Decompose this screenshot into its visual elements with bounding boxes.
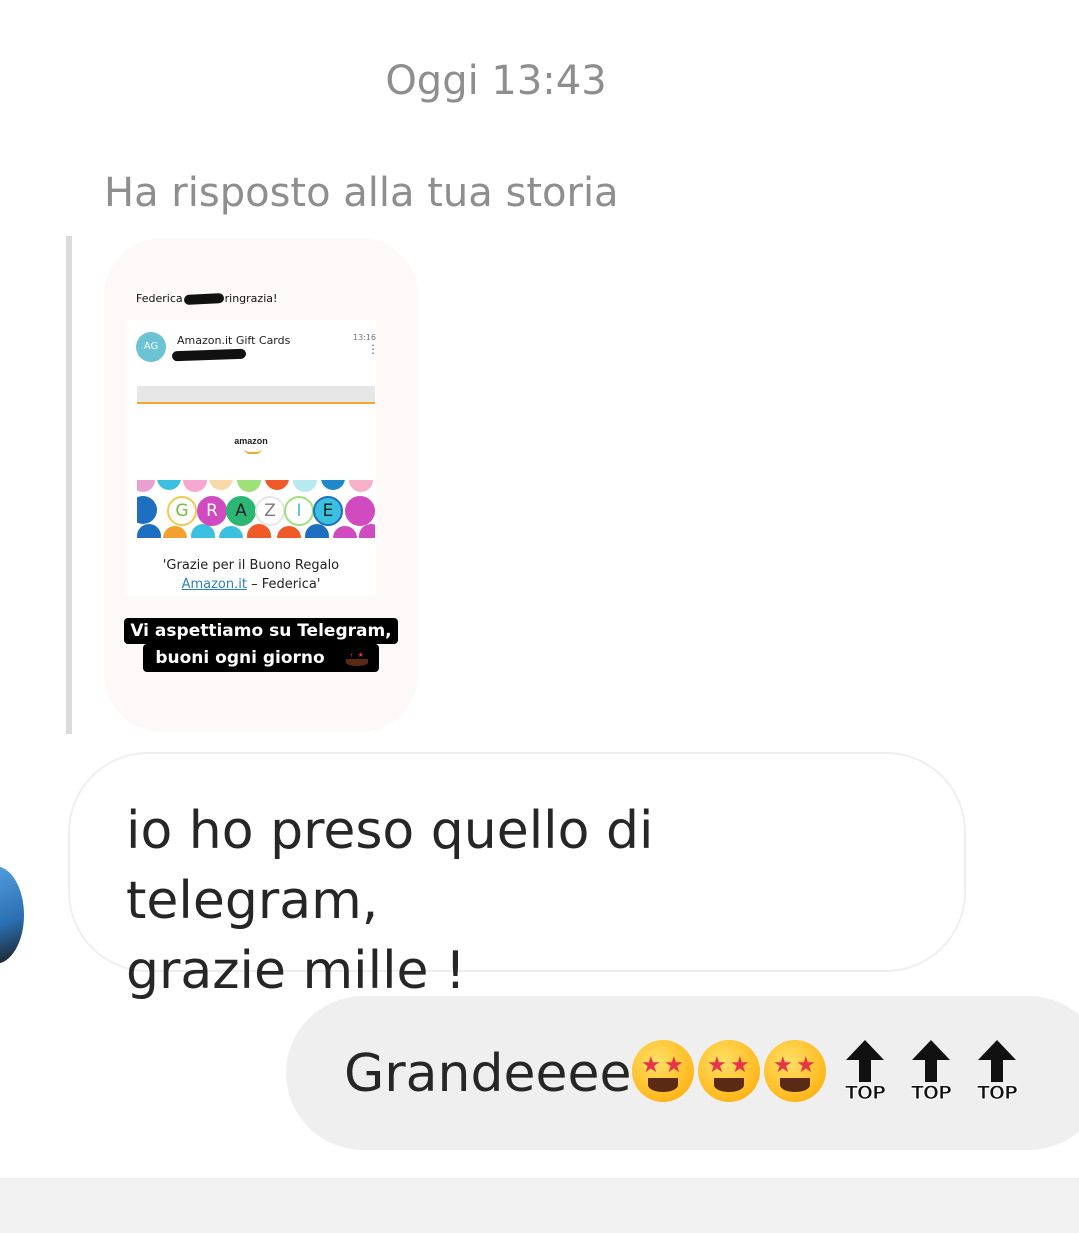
banner-dot bbox=[321, 480, 345, 490]
banner-letter: G bbox=[167, 496, 197, 526]
gift-message: 'Grazie per il Buono Regalo Amazon.it – … bbox=[126, 556, 376, 594]
banner-dot bbox=[191, 524, 215, 538]
banner-dot bbox=[163, 526, 187, 538]
outgoing-message-text: Grandeeee bbox=[344, 1044, 632, 1104]
banner-dot bbox=[183, 480, 207, 492]
banner-dot bbox=[209, 480, 233, 490]
banner-dot bbox=[305, 524, 329, 538]
star-struck-emoji: ★★ bbox=[632, 1040, 694, 1102]
top-arrow-label: TOP bbox=[976, 1082, 1018, 1105]
grazie-banner: G R A Z I E bbox=[137, 480, 375, 538]
sender-name: Amazon.it Gift Cards bbox=[177, 334, 291, 347]
banner-letter: Z bbox=[255, 496, 285, 526]
top-arrow-icon: TOP bbox=[974, 1040, 1020, 1105]
story-header-name: Federica bbox=[136, 292, 183, 305]
amazon-smile-icon bbox=[244, 448, 262, 454]
top-arrow-icon: TOP bbox=[908, 1040, 954, 1105]
contact-avatar[interactable] bbox=[0, 866, 24, 964]
story-caption-line1: Vi aspettiamo su Telegram, bbox=[124, 618, 398, 644]
banner-dot bbox=[359, 524, 375, 538]
star-struck-emoji: ★★ bbox=[340, 647, 373, 669]
banner-dot bbox=[349, 480, 373, 492]
banner-dot bbox=[265, 480, 289, 490]
story-preview[interactable]: Federica ringrazia! AG Amazon.it Gift Car… bbox=[104, 238, 418, 732]
top-arrow-label: TOP bbox=[910, 1082, 952, 1105]
story-caption-line2-text: buoni ogni giorno bbox=[149, 645, 331, 671]
quote-bar bbox=[66, 236, 72, 734]
story-header-suffix: ringrazia! bbox=[224, 292, 278, 305]
amazon-link[interactable]: Amazon.it bbox=[182, 577, 247, 592]
banner-dot bbox=[345, 496, 375, 526]
banner-dot bbox=[247, 524, 271, 538]
gift-message-line1: 'Grazie per il Buono Regalo bbox=[162, 558, 340, 573]
incoming-message-bubble[interactable]: io ho preso quello di telegram, grazie m… bbox=[68, 752, 966, 1001]
banner-letter: A bbox=[226, 496, 256, 526]
incoming-message-text: io ho preso quello di telegram, grazie m… bbox=[126, 801, 654, 1001]
more-options-icon: ⋮ bbox=[367, 342, 379, 356]
email-screenshot: AG Amazon.it Gift Cards 13:16 ⋮ amazon G… bbox=[126, 320, 379, 596]
composer-bar[interactable] bbox=[0, 1178, 1079, 1233]
banner-dot bbox=[237, 480, 261, 492]
banner-dot bbox=[137, 480, 155, 492]
banner-letter: E bbox=[313, 496, 343, 526]
banner-dot bbox=[157, 480, 181, 490]
gift-message-signature: – Federica' bbox=[246, 577, 321, 592]
gift-message-line2: Amazon.it – Federica' bbox=[126, 575, 376, 594]
email-accent-line bbox=[137, 402, 375, 404]
sender-avatar: AG bbox=[136, 332, 166, 362]
reply-to-story-label: Ha risposto alla tua storia bbox=[104, 170, 619, 216]
outgoing-message-bubble[interactable]: Grandeeee ★ ★ ★ ★ ★ ★ TOP TOP TOP bbox=[286, 996, 1079, 1150]
banner-dot bbox=[277, 526, 301, 538]
top-arrow-icon: TOP bbox=[842, 1040, 888, 1105]
story-header: Federica ringrazia! bbox=[136, 292, 278, 306]
redaction-mark bbox=[171, 348, 247, 362]
banner-dot bbox=[293, 480, 317, 492]
top-arrow-label: TOP bbox=[844, 1082, 886, 1105]
email-time: 13:16 bbox=[353, 333, 377, 342]
banner-letter: R bbox=[197, 496, 227, 526]
banner-dot bbox=[333, 526, 357, 538]
story-caption-line2: buoni ogni giorno ★★ bbox=[143, 644, 379, 672]
email-header-strip bbox=[137, 386, 375, 402]
banner-dot bbox=[137, 496, 157, 524]
redaction-mark bbox=[183, 292, 224, 306]
story-caption: Vi aspettiamo su Telegram, buoni ogni gi… bbox=[104, 618, 418, 672]
chat-timestamp: Oggi 13:43 bbox=[385, 58, 607, 104]
star-struck-emoji: ★★ bbox=[764, 1040, 826, 1102]
banner-dot bbox=[137, 524, 161, 538]
amazon-logo: amazon bbox=[234, 436, 268, 446]
star-struck-emoji: ★★ bbox=[698, 1040, 760, 1102]
banner-letter: I bbox=[284, 496, 314, 526]
banner-dot bbox=[219, 526, 243, 538]
